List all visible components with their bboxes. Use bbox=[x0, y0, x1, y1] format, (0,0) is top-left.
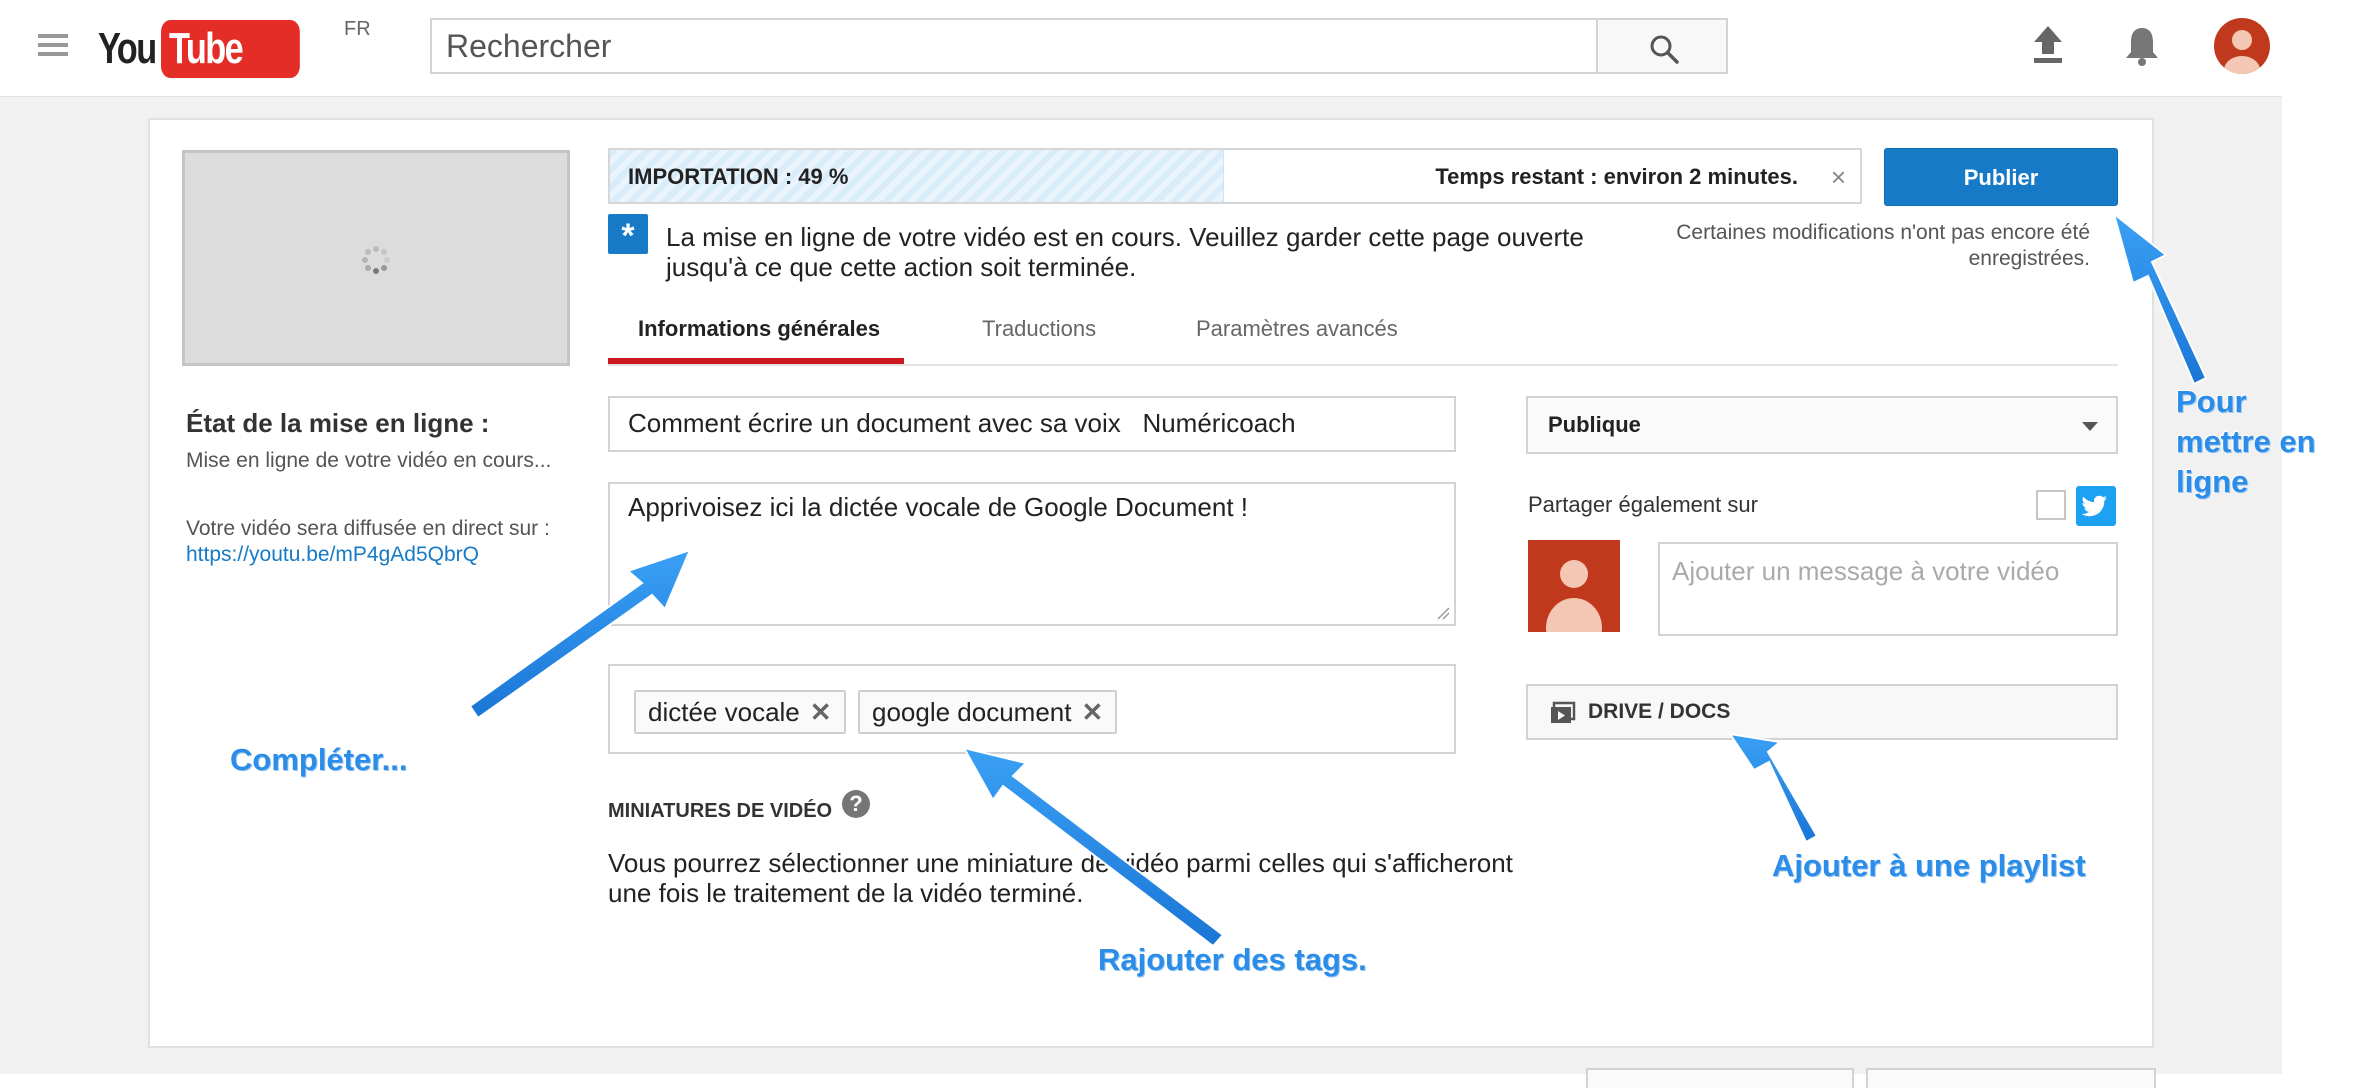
publish-button[interactable]: Publier bbox=[1884, 148, 2118, 206]
tab-bar: Informations générales Traductions Param… bbox=[608, 300, 2118, 366]
annotation-tags: Rajouter des tags. bbox=[1098, 942, 1367, 977]
user-silhouette-icon bbox=[2224, 30, 2260, 74]
annotation-publish-line: mettre en bbox=[2176, 424, 2316, 459]
video-link-section: Votre vidéo sera diffusée en direct sur … bbox=[186, 516, 566, 568]
search-button[interactable] bbox=[1596, 18, 1728, 74]
annotation-publish-line: Pour bbox=[2176, 384, 2247, 419]
share-label: Partager également sur bbox=[1528, 492, 1758, 517]
privacy-select[interactable]: Publique bbox=[1526, 396, 2118, 454]
description-value: Apprivoisez ici la dictée vocale de Goog… bbox=[628, 492, 1248, 522]
video-url-link[interactable]: https://youtu.be/mP4gAd5QbrQ bbox=[186, 543, 479, 566]
footer-button[interactable] bbox=[1866, 1068, 2156, 1088]
search-input[interactable] bbox=[430, 18, 1596, 74]
user-silhouette-icon bbox=[1546, 560, 1602, 632]
menu-icon[interactable] bbox=[38, 34, 68, 60]
account-avatar[interactable] bbox=[2214, 18, 2270, 74]
title-input[interactable]: Comment écrire un document avec sa voix … bbox=[608, 396, 1456, 452]
remove-tag-icon[interactable]: ✕ bbox=[810, 697, 832, 727]
logo-tube-text: Tube bbox=[169, 24, 244, 73]
cancel-upload-icon[interactable]: × bbox=[1831, 162, 1846, 193]
upload-status-text: Mise en ligne de votre vidéo en cours... bbox=[186, 449, 552, 472]
tab-advanced-settings[interactable]: Paramètres avancés bbox=[1196, 316, 1398, 342]
footer-button[interactable] bbox=[1586, 1068, 1854, 1088]
thumbnails-text: Vous pourrez sélectionner une miniature … bbox=[608, 848, 1513, 908]
notifications-bell-icon[interactable] bbox=[2120, 22, 2164, 70]
unsaved-changes-note: Certaines modifications n'ont pas encore… bbox=[1676, 221, 2090, 270]
annotation-publish-line: ligne bbox=[2176, 464, 2249, 499]
resize-grip-icon[interactable] bbox=[1436, 606, 1450, 620]
channel-avatar bbox=[1528, 540, 1620, 632]
logo-you-text: You bbox=[98, 24, 157, 73]
search-icon bbox=[1650, 35, 1679, 64]
upload-status-title: État de la mise en ligne : bbox=[186, 408, 490, 438]
chevron-down-icon bbox=[2082, 422, 2098, 431]
tab-general-info[interactable]: Informations générales bbox=[638, 316, 880, 342]
direct-text: Votre vidéo sera diffusée en direct sur … bbox=[186, 517, 550, 540]
remove-tag-icon[interactable]: ✕ bbox=[1081, 697, 1103, 727]
tag-chip: google document ✕ bbox=[858, 690, 1118, 734]
active-tab-underline bbox=[608, 358, 904, 364]
upload-icon[interactable] bbox=[2026, 22, 2070, 70]
loading-spinner-icon bbox=[362, 246, 390, 274]
twitter-icon[interactable] bbox=[2076, 486, 2116, 526]
share-checkbox[interactable] bbox=[2036, 490, 2066, 520]
video-thumbnail-placeholder bbox=[182, 150, 570, 366]
info-star-icon: * bbox=[608, 214, 648, 255]
progress-label: IMPORTATION : 49 % bbox=[628, 164, 849, 189]
upload-info-message: La mise en ligne de votre vidéo est en c… bbox=[666, 222, 1584, 282]
time-remaining: Temps restant : environ 2 minutes. bbox=[1435, 164, 1798, 189]
tags-input[interactable]: dictée vocale ✕ google document ✕ bbox=[608, 664, 1456, 754]
thumbnails-title: MINIATURES DE VIDÉO bbox=[608, 800, 833, 822]
add-to-playlist-button[interactable]: DRIVE / DOCS bbox=[1526, 684, 2118, 740]
upload-progress-bar: IMPORTATION : 49 % Temps restant : envir… bbox=[608, 148, 1862, 204]
tag-label: google document bbox=[872, 697, 1072, 727]
tag-chip: dictée vocale ✕ bbox=[634, 690, 846, 734]
annotation-playlist: Ajouter à une playlist bbox=[1772, 848, 2086, 883]
region-label: FR bbox=[344, 18, 371, 40]
annotation-complete: Compléter... bbox=[230, 742, 408, 777]
masthead: You Tube FR bbox=[0, 0, 2282, 97]
description-textarea[interactable]: Apprivoisez ici la dictée vocale de Goog… bbox=[608, 482, 1456, 626]
tag-label: dictée vocale bbox=[648, 697, 800, 727]
playlist-label: DRIVE / DOCS bbox=[1588, 700, 1731, 723]
playlist-icon bbox=[1551, 701, 1576, 723]
right-margin bbox=[2282, 0, 2366, 1074]
annotation-publish: Pour mettre en ligne bbox=[2176, 382, 2316, 502]
tab-translations[interactable]: Traductions bbox=[982, 316, 1096, 342]
title-value: Comment écrire un document avec sa voix … bbox=[628, 408, 1296, 438]
share-message-input[interactable] bbox=[1658, 542, 2118, 636]
privacy-value: Publique bbox=[1548, 412, 1641, 437]
help-question-icon[interactable]: ? bbox=[842, 790, 870, 818]
